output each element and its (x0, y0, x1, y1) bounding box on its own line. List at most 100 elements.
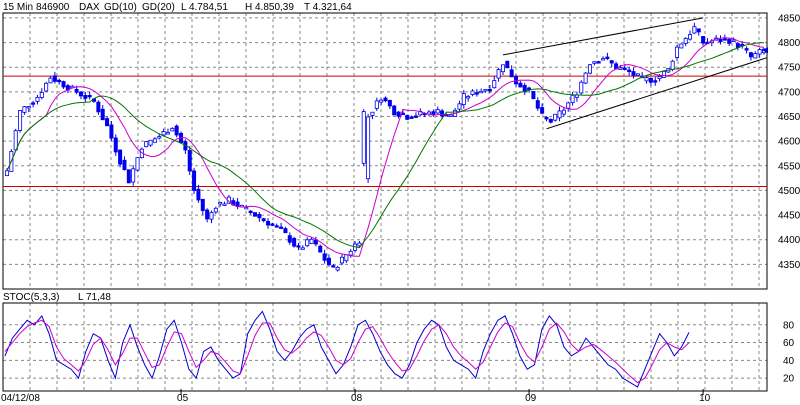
candle-body (261, 218, 266, 222)
gd10-line (6, 37, 765, 257)
candles-layer (5, 22, 767, 272)
candle-body (544, 117, 549, 120)
stoch-tick-label: 20 (783, 374, 795, 385)
candle-body (22, 106, 27, 113)
candle-body (318, 245, 323, 253)
candle-body (366, 116, 371, 180)
last-price-label: L 4.784,51 (181, 2, 228, 13)
candle-body (466, 96, 471, 99)
moving-averages (6, 37, 765, 257)
candle-body (566, 102, 571, 109)
candle-body (479, 90, 484, 94)
price-tick-label: 4550 (778, 161, 800, 172)
stoch-tick-label: 80 (783, 320, 795, 331)
candle-body (457, 103, 462, 110)
candle-body (35, 96, 40, 102)
candle-body (305, 239, 310, 247)
indicator-legend: STOC(5,3,3) L 71,48 (3, 292, 111, 303)
candle-body (205, 209, 210, 220)
candle-body (688, 34, 693, 40)
candle-body (326, 257, 331, 266)
candle-body (165, 132, 170, 135)
x-tick-label: 05 (177, 393, 189, 404)
x-tick-label: 10 (699, 393, 711, 404)
timeframe-label: 15 Min (3, 2, 33, 13)
candle-body (653, 80, 658, 83)
chart-canvas: 4850 4800 4750 4700 4650 4600 4550 4500 4450 4400… (1, 2, 800, 404)
price-tick-label: 4650 (778, 112, 800, 123)
stoch-tick-label: 40 (783, 356, 795, 367)
candle-body (518, 82, 523, 88)
candle-body (257, 213, 262, 219)
candle-body (500, 64, 505, 73)
candle-body (757, 49, 762, 55)
stochastic-lines (4, 310, 690, 388)
candle-body (431, 111, 436, 116)
candle-body (592, 61, 597, 64)
candle-body (387, 99, 392, 107)
candle-body (561, 109, 566, 115)
chart-root: 4850 4800 4750 4700 4650 4600 4550 4500 4450 4400… (0, 0, 800, 405)
candle-body (331, 265, 336, 268)
candle-body (26, 106, 31, 109)
candle-body (622, 67, 627, 70)
price-tick-label: 4750 (778, 63, 800, 74)
candle-body (474, 92, 479, 95)
candle-body (192, 170, 197, 191)
candle-body (309, 238, 314, 244)
indicator-name-label: STOC(5,3,3) (3, 292, 60, 303)
candle-body (392, 105, 397, 116)
candle-body (718, 39, 723, 43)
low-price-label: T 4.321,64 (304, 2, 352, 13)
candle-body (96, 101, 101, 113)
candle-body (200, 198, 205, 211)
candle-body (505, 60, 510, 69)
candle-body (701, 36, 706, 44)
candle-body (78, 91, 83, 97)
candle-body (440, 110, 445, 117)
gd10-legend: GD(10) (104, 2, 137, 13)
candle-body (18, 110, 23, 131)
candle-body (61, 81, 66, 88)
candle-body (748, 52, 753, 58)
candle-body (470, 90, 475, 95)
candle-body (339, 256, 344, 264)
candle-body (731, 39, 736, 42)
candle-body (44, 82, 49, 92)
candle-body (279, 226, 284, 229)
candle-body (361, 111, 366, 164)
candle-body (635, 73, 640, 76)
candle-body (31, 102, 36, 105)
candle-body (487, 88, 492, 92)
candle-body (74, 89, 79, 93)
candle-body (5, 170, 10, 177)
price-tick-label: 4800 (778, 38, 800, 49)
candle-body (348, 250, 353, 256)
candle-body (105, 118, 110, 127)
stoch-tick-label: 60 (783, 338, 795, 349)
high-price-label: H 4.850,39 (245, 2, 294, 13)
candle-body (148, 139, 153, 146)
candle-body (100, 108, 105, 121)
price-tick-label: 4850 (778, 13, 800, 24)
candle-body (540, 107, 545, 114)
candle-body (113, 137, 118, 153)
candle-body (196, 188, 201, 201)
candle-body (126, 169, 131, 184)
candle-body (683, 37, 688, 44)
axis-labels: 4850 4800 4750 4700 4650 4600 4550 4500 4450 4400… (1, 13, 800, 404)
candle-body (222, 203, 227, 206)
candle-body (557, 110, 562, 119)
trendline (502, 17, 704, 56)
candle-body (287, 235, 292, 243)
candle-body (605, 56, 610, 59)
candle-body (644, 77, 649, 82)
candle-body (648, 77, 653, 83)
candle-body (122, 159, 127, 171)
candle-body (661, 70, 666, 78)
candle-body (118, 149, 123, 165)
candle-body (587, 64, 592, 74)
candle-body (144, 141, 149, 148)
symbol-label: DAX (79, 2, 100, 13)
symbol-id-label: 846900 (36, 2, 70, 13)
